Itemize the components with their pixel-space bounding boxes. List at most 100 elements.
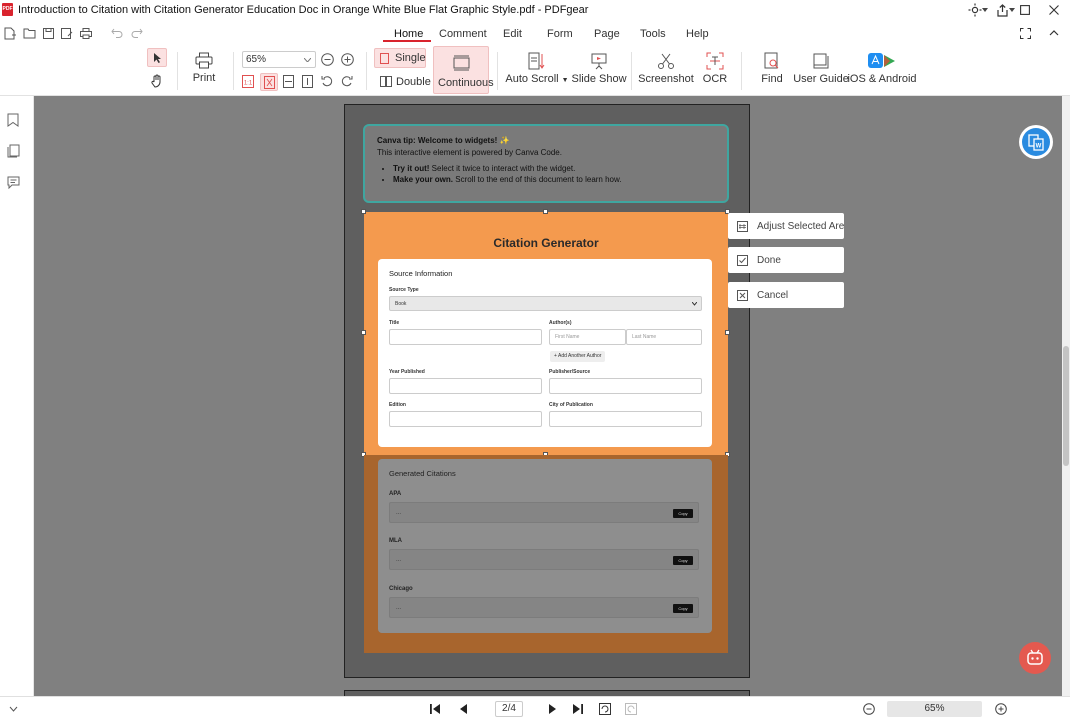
print-button[interactable]: Print — [190, 52, 218, 84]
menu-page[interactable]: Page — [594, 28, 620, 40]
comments-icon[interactable] — [7, 176, 23, 192]
tip-heading: Canva tip: Welcome to widgets! ✨ — [377, 136, 510, 145]
citation-widget-selected[interactable]: Citation Generator Source Information So… — [361, 209, 730, 457]
menu-form[interactable]: Form — [547, 28, 573, 40]
undo-icon[interactable] — [110, 26, 124, 40]
edition-label: Edition — [389, 402, 406, 408]
fullscreen-icon[interactable] — [1017, 26, 1033, 40]
last-page-button[interactable] — [571, 702, 585, 716]
svg-text:W: W — [1036, 144, 1042, 150]
menu-tools[interactable]: Tools — [640, 28, 666, 40]
copy-button[interactable]: Copy — [673, 604, 693, 613]
zoom-in-icon[interactable] — [341, 53, 354, 66]
menu-help[interactable]: Help — [686, 28, 709, 40]
selection-handle[interactable] — [543, 209, 548, 214]
menu-home[interactable]: Home — [394, 28, 423, 40]
adjust-label: Adjust Selected Area — [757, 220, 844, 232]
source-type-label: Source Type — [389, 287, 419, 293]
vertical-scrollbar[interactable] — [1062, 96, 1070, 696]
status-zoom-in-icon[interactable] — [994, 702, 1008, 716]
hand-tool-icon[interactable] — [150, 74, 166, 90]
go-back-view-icon[interactable] — [598, 702, 612, 716]
publisher-label: Publisher/Source — [549, 369, 591, 375]
auto-scroll-label: Auto Scroll ▼ — [505, 73, 569, 85]
double-page-button[interactable]: Double — [378, 73, 431, 91]
done-check-icon — [737, 254, 748, 266]
bookmark-icon[interactable] — [7, 113, 23, 129]
find-label: Find — [761, 73, 783, 85]
add-author-button[interactable]: + Add Another Author — [550, 351, 606, 362]
auto-scroll-button[interactable]: Auto Scroll ▼ — [505, 52, 569, 85]
ios-android-button[interactable]: iOS & Android — [847, 52, 917, 85]
source-info-card: Source Information Source Type Book Titl… — [378, 259, 712, 447]
actual-size-icon[interactable]: 1:1 — [242, 75, 256, 89]
continuous-button[interactable]: Continuous — [433, 46, 494, 94]
active-tab-underline — [383, 40, 431, 42]
done-button[interactable]: Done — [728, 247, 844, 273]
menu-row: Home Comment Edit Form Page Tools Help — [0, 22, 1070, 44]
rotate-right-icon[interactable] — [341, 75, 355, 89]
adjust-selected-area-button[interactable]: Adjust Selected Area — [728, 213, 844, 239]
left-sidebar — [0, 96, 34, 696]
copy-button[interactable]: Copy — [673, 556, 693, 565]
zoom-out-icon[interactable] — [321, 53, 334, 66]
status-zoom-out-icon[interactable] — [862, 702, 876, 716]
city-input[interactable] — [549, 411, 702, 427]
year-label: Year Published — [389, 369, 425, 375]
expand-panel-chevron-icon[interactable] — [6, 702, 20, 716]
status-zoom-value[interactable]: 65% — [887, 701, 982, 717]
fit-width-icon[interactable] — [283, 75, 297, 89]
first-name-input[interactable]: First Name — [549, 329, 626, 345]
cancel-button[interactable]: Cancel — [728, 282, 844, 308]
thumbnails-icon[interactable] — [7, 144, 23, 160]
rotate-left-icon[interactable] — [321, 75, 335, 89]
share-dropdown-icon[interactable] — [1008, 2, 1016, 18]
screenshot-button[interactable]: Screenshot — [638, 52, 694, 85]
document-canvas[interactable]: Canva tip: Welcome to widgets! ✨ This in… — [34, 96, 1070, 696]
title-input[interactable] — [389, 329, 542, 345]
last-name-input[interactable]: Last Name — [626, 329, 702, 345]
zoom-select[interactable]: 65% — [242, 51, 316, 68]
generated-citations-card: Generated Citations APA ... Copy MLA ... C… — [378, 459, 712, 633]
close-window-button[interactable] — [1046, 2, 1062, 18]
authors-label: Author(s) — [549, 320, 572, 326]
selection-handle[interactable] — [725, 330, 730, 335]
slide-show-button[interactable]: Slide Show — [571, 52, 627, 85]
first-page-button[interactable] — [428, 702, 442, 716]
save-icon[interactable] — [41, 26, 55, 40]
find-button[interactable]: Find — [757, 52, 787, 85]
assistant-fab-button[interactable] — [1019, 642, 1051, 674]
tip-text: This interactive element is powered by C… — [377, 148, 562, 157]
next-page-button[interactable] — [545, 702, 559, 716]
user-guide-button[interactable]: User Guide — [793, 52, 849, 85]
go-forward-view-icon[interactable] — [624, 702, 638, 716]
maximize-button[interactable] — [1017, 2, 1033, 18]
single-page-button[interactable]: Single — [374, 48, 426, 68]
convert-fab-button[interactable]: W — [1019, 125, 1053, 159]
copy-button[interactable]: Copy — [673, 509, 693, 518]
ocr-button[interactable]: OCR — [700, 52, 730, 85]
open-folder-icon[interactable] — [22, 26, 36, 40]
selection-handle[interactable] — [361, 330, 366, 335]
year-input[interactable] — [389, 378, 542, 394]
source-type-select[interactable]: Book — [389, 296, 702, 311]
save-as-icon[interactable] — [60, 26, 74, 40]
publisher-input[interactable] — [549, 378, 702, 394]
ocr-label: OCR — [702, 73, 728, 85]
menu-comment[interactable]: Comment — [439, 28, 487, 40]
select-tool-button[interactable] — [147, 48, 167, 67]
scrollbar-thumb[interactable] — [1063, 346, 1069, 466]
fit-page-button[interactable] — [260, 73, 278, 91]
selection-handle[interactable] — [361, 209, 366, 214]
pdfgear-logo-icon: PDF — [2, 3, 13, 16]
menu-edit[interactable]: Edit — [503, 28, 522, 40]
collapse-ribbon-icon[interactable] — [1046, 26, 1062, 40]
redo-icon[interactable] — [130, 26, 144, 40]
new-file-icon[interactable] — [3, 26, 17, 40]
page-number-input[interactable]: 2/4 — [495, 701, 523, 717]
edition-input[interactable] — [389, 411, 542, 427]
theme-dropdown-icon[interactable] — [981, 2, 989, 18]
print-quick-icon[interactable] — [79, 26, 93, 40]
prev-page-button[interactable] — [456, 702, 470, 716]
fit-visible-icon[interactable] — [302, 75, 316, 89]
